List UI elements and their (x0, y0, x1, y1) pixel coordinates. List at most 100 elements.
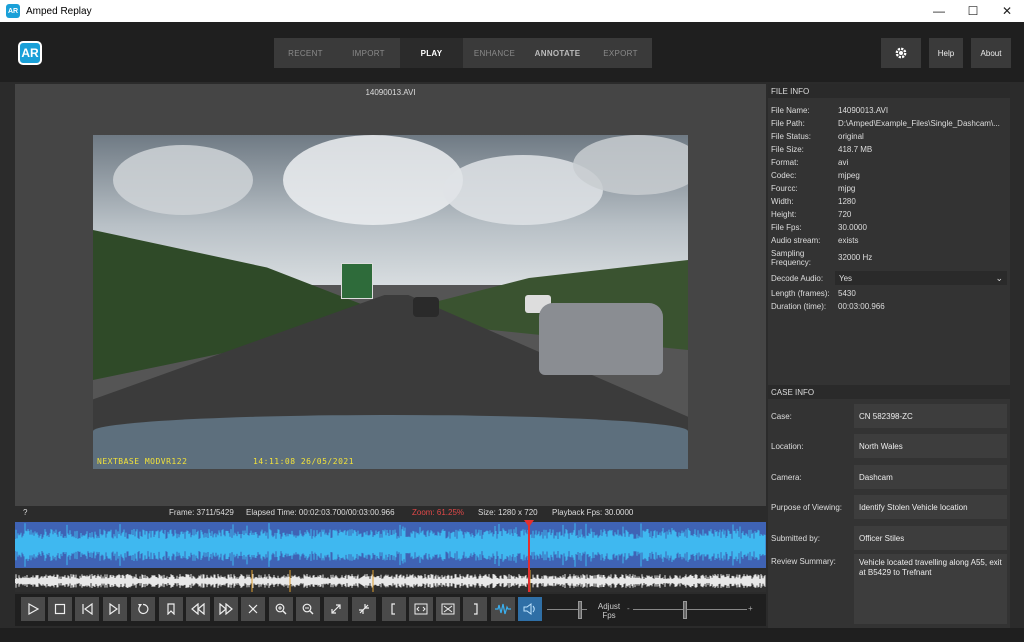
skip-forward-icon (109, 603, 120, 615)
next-frame-button[interactable] (103, 597, 127, 621)
chevron-down-icon: ⌄ (995, 273, 1003, 283)
clear-range-icon (441, 603, 455, 615)
frame-counter: Frame: 3711/5429 (169, 508, 234, 517)
submitted-by-field[interactable]: Officer Stiles (854, 526, 1007, 550)
zoom-in-button[interactable] (269, 597, 293, 621)
close-file-button[interactable] (241, 597, 265, 621)
bracket-left-icon (391, 603, 395, 615)
decode-audio-label: Decode Audio: (771, 274, 824, 283)
playback-status-bar: ? Frame: 3711/5429 Elapsed Time: 00:02:0… (15, 506, 766, 520)
elapsed-time: Elapsed Time: 00:02:03.700/00:03:00.966 (246, 508, 395, 517)
mark-out-button[interactable] (463, 597, 487, 621)
video-player[interactable]: 14090013.AVI NEXTBASE MODVR122 14:11:08 … (15, 84, 766, 506)
distant-car (413, 297, 439, 317)
window-title: Amped Replay (26, 5, 92, 17)
video-filename: 14090013.AVI (365, 88, 416, 97)
frame-timeline[interactable] (15, 570, 766, 592)
zoom-out-button[interactable] (296, 597, 320, 621)
info-panel: FILE INFO File Name: 14090013.AVI File Pa… (768, 84, 1010, 628)
fast-forward-button[interactable] (214, 597, 238, 621)
review-summary-label: Review Summary: (771, 557, 836, 566)
previous-frame-button[interactable] (75, 597, 99, 621)
fast-forward-icon (219, 603, 233, 615)
fps-slider-knob[interactable] (683, 601, 687, 619)
tab-annotate[interactable]: ANNOTATE (526, 38, 589, 68)
stop-button[interactable] (48, 597, 72, 621)
video-frame[interactable]: NEXTBASE MODVR122 14:11:08 26/05/2021 (93, 135, 688, 469)
tab-play[interactable]: PLAY (400, 38, 463, 68)
purpose-field[interactable]: Identify Stolen Vehicle location (854, 495, 1007, 519)
review-summary-field[interactable]: Vehicle located travelling along A55, ex… (854, 554, 1007, 624)
file-info-heading: FILE INFO (768, 84, 1010, 98)
actual-size-button[interactable] (352, 597, 376, 621)
camera-field[interactable]: Dashcam (854, 465, 1007, 489)
loop-icon (138, 603, 149, 615)
settings-button[interactable] (881, 38, 921, 68)
zoom-level: Zoom: 61.25% (412, 508, 465, 517)
case-info-heading: CASE INFO (768, 385, 1010, 399)
decode-audio-select[interactable]: Yes ⌄ (835, 271, 1007, 285)
fps-plus: + (748, 604, 753, 613)
shrink-icon (359, 604, 369, 614)
location-label: Location: (771, 442, 804, 451)
close-icon (248, 604, 258, 614)
fps-slider-track[interactable] (633, 609, 747, 610)
stop-icon (54, 603, 66, 615)
case-label: Case: (771, 412, 792, 421)
workflow-tabs: RECENT IMPORT PLAY ENHANCE ANNOTATE EXPO… (274, 38, 652, 68)
case-field[interactable]: CN 582398-ZC (854, 404, 1007, 428)
fps-minus: - (627, 604, 630, 613)
adjust-fps-label: Adjust Fps (597, 602, 621, 620)
app-icon: AR (6, 4, 20, 18)
title-bar: AR Amped Replay — ☐ ✕ (0, 0, 1024, 22)
bookmark-icon (167, 603, 175, 615)
maximize-button[interactable]: ☐ (956, 0, 990, 22)
help-hint[interactable]: ? (23, 508, 27, 517)
loop-range-button[interactable] (409, 597, 433, 621)
location-field[interactable]: North Wales (854, 434, 1007, 458)
help-button[interactable]: Help (929, 38, 963, 68)
play-icon (28, 603, 39, 615)
gear-icon (895, 47, 907, 59)
speaker-icon (523, 603, 535, 615)
rewind-button[interactable] (186, 597, 210, 621)
volume-slider-knob[interactable] (578, 601, 582, 619)
zoom-out-icon (302, 603, 314, 615)
bookmark-button[interactable] (159, 597, 183, 621)
tab-enhance[interactable]: ENHANCE (463, 38, 526, 68)
tab-recent[interactable]: RECENT (274, 38, 337, 68)
rewind-icon (191, 603, 205, 615)
decode-audio-row: Decode Audio: Yes ⌄ (768, 270, 1010, 286)
dashcam-model-stamp: NEXTBASE MODVR122 (97, 457, 188, 466)
zoom-in-icon (275, 603, 287, 615)
bottom-strip (0, 628, 1024, 642)
dashcam-time-stamp: 14:11:08 26/05/2021 (253, 457, 355, 466)
close-window-button[interactable]: ✕ (990, 0, 1024, 22)
playhead-marker[interactable] (524, 520, 534, 527)
app-header: AR RECENT IMPORT PLAY ENHANCE ANNOTATE E… (0, 22, 1024, 82)
cloud (113, 145, 253, 215)
timeline-graphic (15, 570, 766, 592)
waveform-toggle-button[interactable] (491, 597, 515, 621)
minimize-button[interactable]: — (922, 0, 956, 22)
clear-range-button[interactable] (436, 597, 460, 621)
silver-car (539, 303, 663, 375)
submitted-by-label: Submitted by: (771, 534, 820, 543)
frame-size: Size: 1280 x 720 (478, 508, 538, 517)
tab-export[interactable]: EXPORT (589, 38, 652, 68)
about-button[interactable]: About (971, 38, 1011, 68)
expand-icon (331, 604, 341, 614)
volume-button[interactable] (518, 597, 542, 621)
loop-button[interactable] (131, 597, 155, 621)
skip-back-icon (82, 603, 93, 615)
playhead[interactable] (528, 522, 530, 592)
mark-in-button[interactable] (382, 597, 406, 621)
bracket-right-icon (474, 603, 478, 615)
play-button[interactable] (21, 597, 45, 621)
amped-logo: AR (18, 41, 42, 65)
range-icon (414, 603, 428, 615)
road-sign (341, 263, 373, 299)
tab-import[interactable]: IMPORT (337, 38, 400, 68)
audio-waveform[interactable] (15, 522, 766, 568)
fit-to-window-button[interactable] (324, 597, 348, 621)
